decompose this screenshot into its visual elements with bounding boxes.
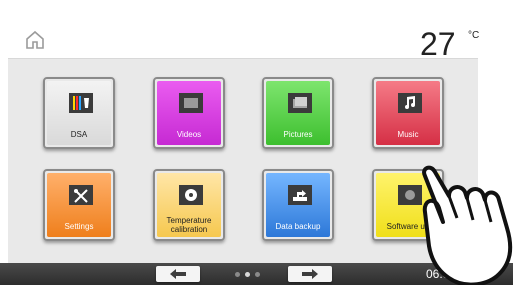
tile-music-label: Music xyxy=(397,130,419,139)
tile-dsa-label: DSA xyxy=(70,130,88,139)
tile-videos-label: Videos xyxy=(176,130,202,139)
hand-pointer-icon xyxy=(422,165,513,285)
arrow-right-icon xyxy=(302,269,318,279)
next-page-button[interactable] xyxy=(288,266,332,282)
top-bar: 27 °C xyxy=(8,8,480,62)
touch-screen: 27 °C DSA Videos Pictures Music Settings… xyxy=(0,0,513,285)
tile-videos[interactable]: Videos xyxy=(153,77,225,149)
tile-pictures-label: Pictures xyxy=(283,130,313,139)
tile-data-backup[interactable]: Data backup xyxy=(262,169,334,241)
tile-dsa[interactable]: DSA xyxy=(43,77,115,149)
music-icon xyxy=(398,93,422,113)
tile-temperature-calibration-label-line2: calibration xyxy=(170,225,208,234)
tile-temperature-calibration-label-line1: Temperature xyxy=(166,216,212,225)
tile-settings[interactable]: Settings xyxy=(43,169,115,241)
tile-music[interactable]: Music xyxy=(372,77,444,149)
dsa-icon xyxy=(69,93,93,113)
tile-temperature-calibration[interactable]: Temperature calibration xyxy=(153,169,225,241)
page-dot-2 xyxy=(245,272,250,277)
temperature-unit: °C xyxy=(468,30,480,41)
backup-icon xyxy=(288,185,312,205)
page-indicator xyxy=(235,270,265,278)
page-dot-3 xyxy=(255,272,260,277)
pictures-icon xyxy=(288,93,312,113)
tile-pictures[interactable]: Pictures xyxy=(262,77,334,149)
video-icon xyxy=(179,93,203,113)
page-dot-1 xyxy=(235,272,240,277)
tile-temperature-calibration-label: Temperature calibration xyxy=(155,216,223,234)
arrow-left-icon xyxy=(170,269,186,279)
home-icon[interactable] xyxy=(24,28,46,50)
tile-data-backup-label: Data backup xyxy=(275,222,321,231)
settings-icon xyxy=(69,185,93,205)
calibration-icon xyxy=(179,185,203,205)
tile-settings-label: Settings xyxy=(64,222,94,231)
prev-page-button[interactable] xyxy=(156,266,200,282)
